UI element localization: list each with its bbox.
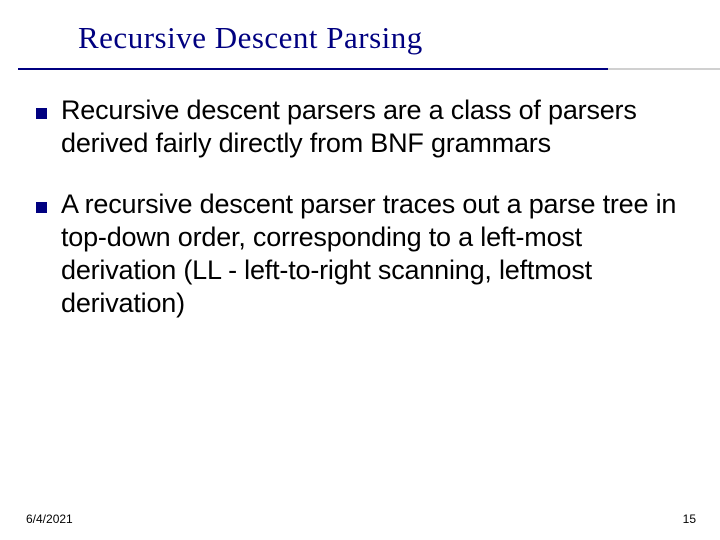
- title-divider: [18, 68, 720, 70]
- bullet-text: Recursive descent parsers are a class of…: [61, 94, 684, 160]
- content-area: Recursive descent parsers are a class of…: [0, 70, 720, 320]
- bullet-text: A recursive descent parser traces out a …: [61, 188, 684, 320]
- bullet-item: A recursive descent parser traces out a …: [36, 188, 684, 320]
- slide-title: Recursive Descent Parsing: [78, 20, 680, 56]
- divider-tail: [608, 68, 720, 70]
- slide: Recursive Descent Parsing Recursive desc…: [0, 0, 720, 540]
- footer: 6/4/2021 15: [0, 512, 720, 526]
- square-bullet-icon: [36, 108, 47, 119]
- footer-page-number: 15: [683, 512, 696, 526]
- bullet-item: Recursive descent parsers are a class of…: [36, 94, 684, 160]
- title-area: Recursive Descent Parsing: [0, 0, 720, 64]
- footer-date: 6/4/2021: [26, 512, 73, 526]
- divider-accent: [18, 68, 608, 70]
- square-bullet-icon: [36, 202, 47, 213]
